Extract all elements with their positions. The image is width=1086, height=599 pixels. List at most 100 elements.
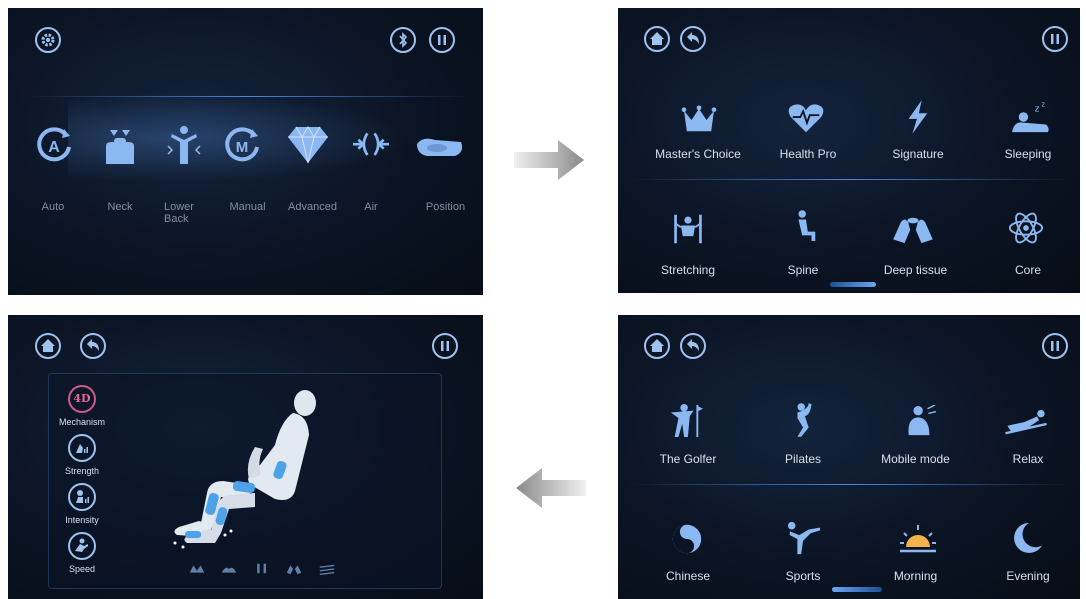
neck-icon[interactable] <box>100 123 140 165</box>
settings-button[interactable] <box>35 27 61 53</box>
svg-text:M: M <box>236 139 249 156</box>
program-label-morning: Morning <box>893 569 938 583</box>
home-button[interactable] <box>35 333 61 359</box>
mode-label-position: Position <box>425 201 466 213</box>
back-button[interactable] <box>680 26 706 52</box>
diamond-icon[interactable] <box>285 125 331 165</box>
spine-icon[interactable] <box>791 209 819 245</box>
back-button[interactable] <box>680 333 706 359</box>
home-icon <box>650 32 664 45</box>
program-label-masters-choice: Master's Choice <box>655 147 741 161</box>
body-model-illustration <box>173 390 316 549</box>
arrow-right-icon <box>514 140 584 180</box>
mode-label-auto: Auto <box>41 201 65 213</box>
program-label-signature: Signature <box>892 147 944 161</box>
program-label-deep-tissue: Deep tissue <box>883 263 948 277</box>
stretch-icon[interactable] <box>672 213 704 245</box>
crown-icon[interactable] <box>679 105 719 135</box>
control-label-speed: Speed <box>68 564 96 574</box>
control-label-mechanism: Mechanism <box>58 417 105 427</box>
calf-icon[interactable] <box>220 563 238 575</box>
svg-text:z: z <box>1035 103 1040 114</box>
program-label-stretching: Stretching <box>660 263 716 277</box>
pause-button[interactable] <box>432 333 458 359</box>
strength-button[interactable] <box>68 434 96 462</box>
gear-icon <box>41 33 55 47</box>
pause-icon <box>441 341 449 351</box>
foot-icon[interactable] <box>188 563 206 575</box>
program-label-mobile-mode: Mobile mode <box>881 452 950 466</box>
manual-icon[interactable]: M <box>222 125 262 165</box>
control-label-strength: Strength <box>64 466 100 476</box>
lower-back-icon[interactable] <box>164 123 204 165</box>
control-label-intensity: Intensity <box>65 515 99 525</box>
arrow-left-icon <box>516 468 586 508</box>
sleep-icon[interactable]: z z <box>1010 100 1052 134</box>
mode-label-neck: Neck <box>107 201 133 213</box>
mode-label-air: Air <box>364 201 378 213</box>
back-icon <box>687 32 699 44</box>
mode-label-lower-back: Lower Back <box>164 201 194 225</box>
program-label-sports: Sports <box>785 569 821 583</box>
main-menu-screen: A M Auto Neck Lower Back Manual Advanced… <box>8 8 483 295</box>
pause-button[interactable] <box>1042 26 1068 52</box>
leg-icon[interactable] <box>254 562 270 575</box>
svg-text:z: z <box>1041 100 1045 109</box>
strength-icon <box>76 444 88 453</box>
mode-label-manual: Manual <box>229 201 266 213</box>
speed-icon <box>75 538 88 552</box>
pause-button[interactable] <box>429 27 455 53</box>
sports-icon[interactable] <box>786 520 822 556</box>
golfer-icon[interactable] <box>669 402 703 440</box>
position-icon[interactable] <box>414 130 466 166</box>
bluetooth-icon <box>399 32 408 48</box>
program-label-chinese: Chinese <box>665 569 711 583</box>
lightning-icon[interactable] <box>903 98 931 136</box>
atom-icon[interactable] <box>1007 209 1045 247</box>
programs-screen-2: The Golfer Pilates Mobile mode Relax Chi… <box>618 315 1080 599</box>
hand-icon[interactable] <box>285 563 303 575</box>
intensity-button[interactable] <box>68 483 96 511</box>
pause-button[interactable] <box>1042 333 1068 359</box>
home-button[interactable] <box>644 333 670 359</box>
back-icon <box>687 339 699 351</box>
program-label-sleeping: Sleeping <box>1004 147 1052 161</box>
program-label-the-golfer: The Golfer <box>659 452 717 466</box>
page-indicator[interactable] <box>830 282 876 287</box>
auto-icon[interactable]: A <box>34 125 74 165</box>
mechanism-badge: 4D <box>73 392 91 405</box>
air-icon[interactable] <box>349 128 393 164</box>
program-label-pilates: Pilates <box>784 452 822 466</box>
relax-icon[interactable] <box>1003 409 1049 437</box>
mobile-icon[interactable] <box>903 405 937 437</box>
moon-icon[interactable] <box>1014 520 1044 554</box>
page-indicator[interactable] <box>832 587 882 592</box>
hands-icon[interactable] <box>891 213 935 245</box>
heart-icon[interactable] <box>787 101 825 135</box>
pause-icon <box>1051 34 1059 44</box>
home-icon <box>650 339 664 352</box>
home-icon <box>41 339 55 352</box>
program-label-health-pro: Health Pro <box>779 147 837 161</box>
back-button[interactable] <box>80 333 106 359</box>
speed-button[interactable] <box>68 532 96 560</box>
mechanism-button[interactable]: 4D <box>68 385 96 413</box>
program-label-core: Core <box>1014 263 1041 277</box>
home-button[interactable] <box>644 26 670 52</box>
programs-screen-1: z z Master's Choice Health Pro Signature… <box>618 8 1080 293</box>
program-label-relax: Relax <box>1012 452 1044 466</box>
mode-label-advanced: Advanced <box>288 201 337 213</box>
sunrise-icon[interactable] <box>898 521 938 555</box>
pilates-icon[interactable] <box>790 400 818 440</box>
intensity-icon <box>76 490 89 503</box>
svg-text:A: A <box>48 139 60 156</box>
bluetooth-button[interactable] <box>390 27 416 53</box>
program-label-spine: Spine <box>787 263 819 277</box>
yin-yang-icon[interactable] <box>671 523 703 555</box>
manual-control-screen: 4D Mechanism Strength Intensity Speed <box>8 315 483 599</box>
pause-icon <box>1051 341 1059 351</box>
pause-icon <box>438 35 446 45</box>
back-icon <box>87 339 99 351</box>
heat-icon[interactable] <box>318 563 336 575</box>
program-label-evening: Evening <box>1006 569 1050 583</box>
